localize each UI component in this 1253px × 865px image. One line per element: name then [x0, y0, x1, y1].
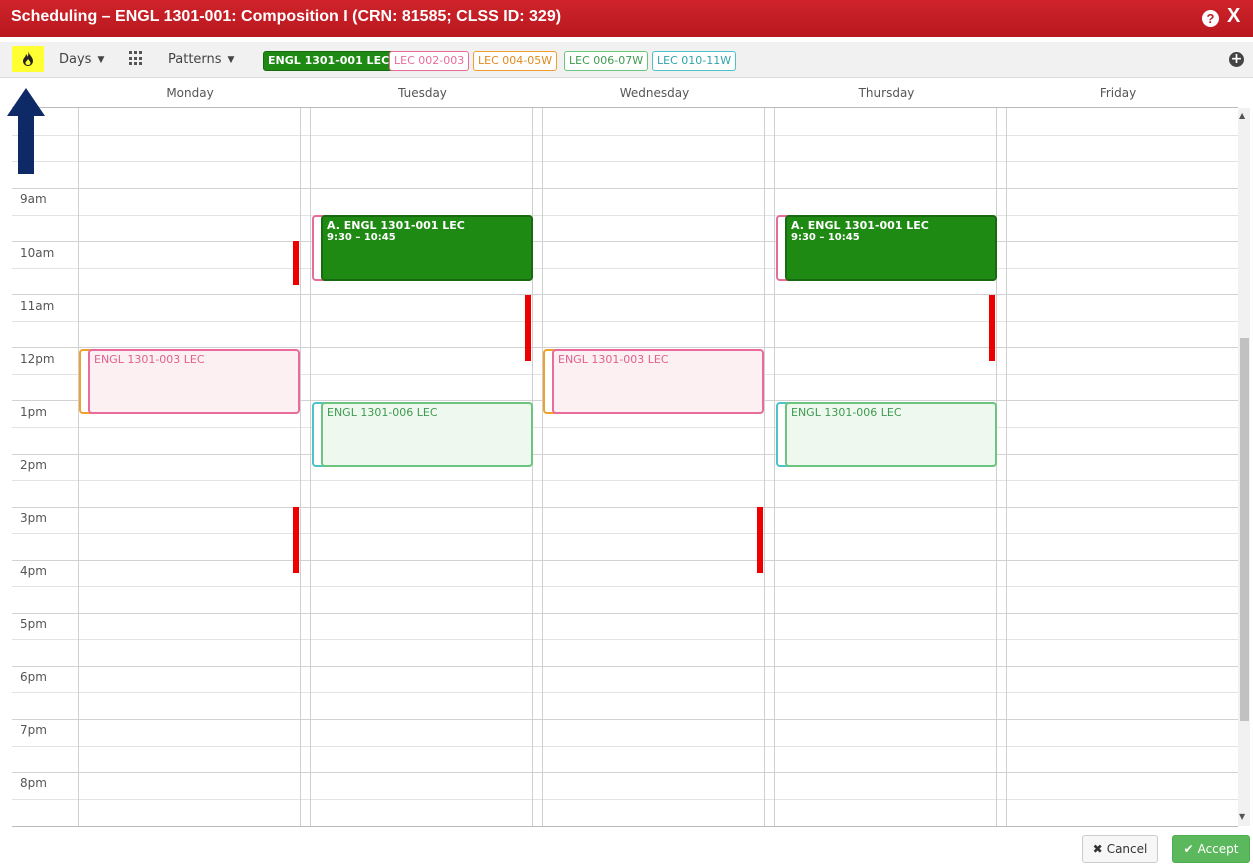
time-label: 7pm: [20, 723, 47, 737]
day-header-tuesday: Tuesday: [398, 86, 447, 100]
arrow-up-icon: [7, 88, 45, 174]
conflict-marker: [989, 295, 995, 361]
time-label: 2pm: [20, 458, 47, 472]
time-label: 9am: [20, 192, 47, 206]
time-label: 6pm: [20, 670, 47, 684]
section-chip[interactable]: LEC 002-003: [389, 51, 470, 71]
event-title: A. ENGL 1301-001 LEC: [327, 219, 465, 232]
time-label: 1pm: [20, 405, 47, 419]
day-header-monday: Monday: [166, 86, 214, 100]
caret-down-icon: ▼: [97, 55, 105, 65]
event-title: ENGL 1301-006 LEC: [791, 406, 902, 419]
time-label: 11am: [20, 299, 55, 313]
accept-label: Accept: [1197, 842, 1239, 856]
event-title: ENGL 1301-006 LEC: [327, 406, 438, 419]
times-icon: ✖: [1092, 842, 1103, 856]
conflict-marker: [525, 295, 531, 361]
time-label: 3pm: [20, 511, 47, 525]
patterns-dropdown[interactable]: Patterns ▼: [168, 52, 234, 67]
section-chip[interactable]: LEC 010-11W: [652, 51, 737, 71]
add-icon[interactable]: +: [1229, 52, 1244, 67]
dialog-title: Scheduling – ENGL 1301-001: Composition …: [11, 8, 562, 25]
event-block-selected[interactable]: A. ENGL 1301-001 LEC 9:30 – 10:45: [785, 215, 997, 281]
toolbar: Days ▼ Patterns ▼ ENGL 1301-001 LEC LEC 00…: [0, 42, 1253, 78]
event-time: 9:30 – 10:45: [327, 232, 396, 243]
title-bar: Scheduling – ENGL 1301-001: Composition …: [0, 0, 1253, 37]
time-label: 8pm: [20, 776, 47, 790]
event-block-selected[interactable]: A. ENGL 1301-001 LEC 9:30 – 10:45: [321, 215, 533, 281]
event-title: A. ENGL 1301-001 LEC: [791, 219, 929, 232]
day-header-friday: Friday: [1099, 86, 1137, 100]
section-chip-selected[interactable]: ENGL 1301-001 LEC: [263, 51, 395, 71]
flame-button[interactable]: [12, 46, 44, 72]
scrollbar-thumb[interactable]: [1240, 338, 1249, 721]
caret-down-icon: ▼: [227, 55, 235, 65]
time-label: 12pm: [20, 352, 55, 366]
close-icon[interactable]: X: [1227, 5, 1240, 28]
conflict-marker: [757, 507, 763, 573]
time-label: 10am: [20, 246, 55, 260]
scroll-down-icon[interactable]: ▼: [1239, 812, 1245, 821]
time-label: 5pm: [20, 617, 47, 631]
event-title: ENGL 1301-003 LEC: [94, 353, 205, 366]
conflict-marker: [293, 241, 299, 285]
cancel-label: Cancel: [1106, 842, 1148, 856]
footer-divider: [12, 826, 1238, 827]
vertical-scrollbar[interactable]: ▲ ▼: [1238, 108, 1250, 826]
event-block[interactable]: ENGL 1301-003 LEC: [552, 349, 764, 414]
time-label: 4pm: [20, 564, 47, 578]
flame-icon: [23, 51, 33, 66]
accept-button[interactable]: ✔ Accept: [1172, 835, 1250, 863]
section-chip[interactable]: LEC 004-05W: [473, 51, 558, 71]
event-block[interactable]: ENGL 1301-006 LEC: [321, 402, 533, 467]
conflict-marker: [293, 507, 299, 573]
cancel-button[interactable]: ✖ Cancel: [1082, 835, 1158, 863]
patterns-label: Patterns: [168, 52, 222, 67]
calendar-grid[interactable]: 9am 10am 11am 12pm 1pm 2pm 3pm 4pm 5pm 6…: [12, 108, 1238, 826]
event-block[interactable]: ENGL 1301-003 LEC: [88, 349, 300, 414]
days-dropdown[interactable]: Days ▼: [59, 52, 104, 67]
day-header-thursday: Thursday: [858, 86, 915, 100]
event-title: ENGL 1301-003 LEC: [558, 353, 669, 366]
days-label: Days: [59, 52, 92, 67]
check-icon: ✔: [1183, 842, 1194, 856]
section-chip[interactable]: LEC 006-07W: [564, 51, 649, 71]
event-block[interactable]: ENGL 1301-006 LEC: [785, 402, 997, 467]
day-header-wednesday: Wednesday: [619, 86, 690, 100]
scroll-up-icon[interactable]: ▲: [1239, 111, 1245, 120]
grid-icon[interactable]: [129, 51, 144, 66]
event-time: 9:30 – 10:45: [791, 232, 860, 243]
help-icon[interactable]: ?: [1202, 10, 1219, 27]
